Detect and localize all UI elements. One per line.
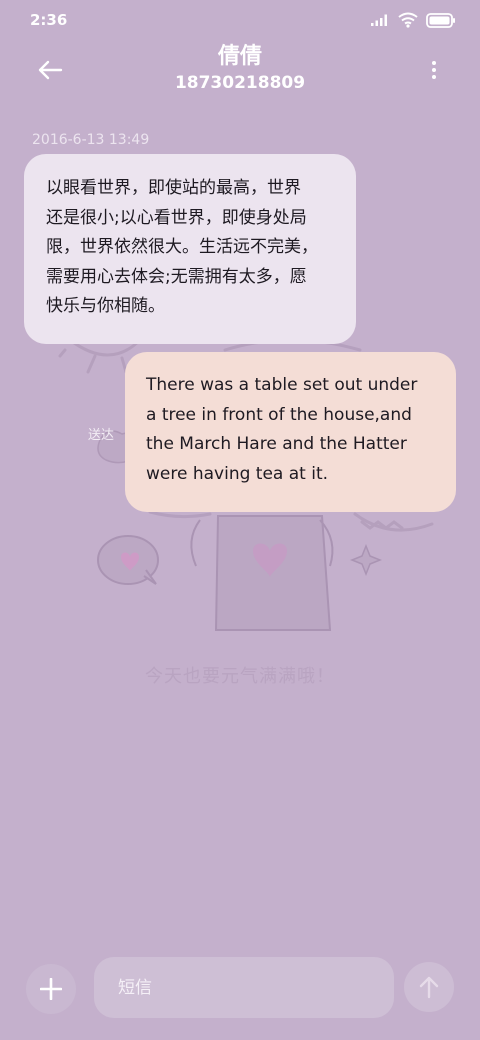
add-attachment-button[interactable] [26,964,76,1014]
sms-input[interactable] [94,957,394,1018]
back-button[interactable] [30,50,70,90]
message-line: a tree in front of the house,and [146,404,412,425]
message-line: 需要用心去体会;无需拥有太多，愿 [46,266,307,287]
message-timestamp: 2016-6-13 13:49 [32,132,150,148]
plus-icon [40,978,62,1000]
message-line: were having tea at it. [146,463,329,484]
signal-icon [371,14,387,26]
message-composer [0,956,480,1020]
wifi-icon [398,12,418,28]
contact-title: 倩倩 18730218809 [100,42,380,94]
delivery-status: 送达 [88,428,115,443]
message-line: 还是很小;以心看世界，即使身处局 [46,207,307,228]
message-line: 以眼看世界，即使站的最高，世界 [46,178,301,198]
contact-name: 倩倩 [217,44,262,69]
message-line: the March Hare and the Hatter [146,434,407,454]
message-line: 限，世界依然很大。生活远不完美， [46,237,318,257]
contact-phone-number: 18730218809 [174,73,306,93]
message-line: There was a table set out under [146,375,418,395]
status-bar: 2:36 [0,0,480,40]
message-line: 快乐与你相随。 [46,296,165,316]
status-time: 2:36 [30,11,68,29]
send-arrow-up-icon [419,976,439,999]
more-vertical-icon [432,61,436,79]
back-arrow-icon [38,60,63,80]
outgoing-message-bubble[interactable]: There was a table set out under a tree i… [125,352,456,512]
wallpaper-caption: 今天也要元气满满哦！ [145,666,335,687]
more-options-button[interactable] [422,50,446,90]
send-button[interactable] [404,962,454,1012]
battery-icon [426,12,455,28]
conversation-header: 倩倩 18730218809 [0,40,480,100]
status-icons [370,12,456,28]
incoming-message-bubble[interactable]: 以眼看世界，即使站的最高，世界 还是很小;以心看世界，即使身处局 限，世界依然很… [24,154,356,344]
